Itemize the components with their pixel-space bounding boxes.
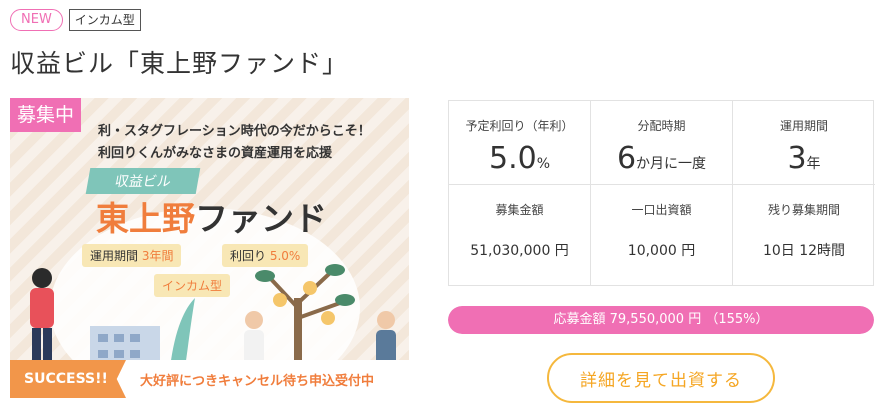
recruiting-badge: 募集中 bbox=[10, 98, 82, 132]
banner-illustration bbox=[30, 264, 396, 368]
fund-banner-image[interactable]: 募集中 利・スタグフレーション時代の今だからこそ！ 利回りくんがみなさまの資産運… bbox=[10, 98, 409, 398]
new-badge: NEW bbox=[10, 9, 63, 31]
stat-term-unit: 年 bbox=[806, 156, 821, 172]
page-title: 収益ビル「東上野ファンド」 bbox=[10, 49, 349, 78]
type-badge: インカム型 bbox=[68, 9, 141, 31]
banner-ribbon: 収益ビル bbox=[85, 168, 201, 194]
stat-amount: 募集金額 51,030,000 円 bbox=[449, 185, 591, 285]
stat-term: 運用期間 3年 bbox=[733, 101, 875, 185]
banner-ribbon-text: 収益ビル bbox=[113, 174, 173, 190]
success-tag: SUCCESS!! bbox=[10, 360, 126, 398]
woman-figure-icon bbox=[30, 268, 54, 368]
progress-text: 応募金額 79,550,000 円 （155%） bbox=[553, 312, 769, 327]
stat-amount-label: 募集金額 bbox=[495, 203, 544, 217]
view-details-invest-button[interactable]: 詳細を見て出資する bbox=[547, 353, 775, 403]
tag-row: NEW インカム型 bbox=[10, 9, 141, 31]
fund-name-part1: 東上野 bbox=[96, 199, 195, 238]
banner-subheadline: 利回りくんがみなさまの資産運用を応援 bbox=[98, 146, 333, 161]
stat-unit-price: 一口出資額 10,000 円 bbox=[591, 185, 733, 285]
fund-stats-grid: 予定利回り（年利） 5.0% 分配時期 6か月に一度 運用期間 3年 募集金額 … bbox=[448, 100, 875, 286]
stat-term-value-wrap: 3年 bbox=[733, 142, 875, 181]
stat-yield: 予定利回り（年利） 5.0% bbox=[449, 101, 591, 185]
stat-distribution-label: 分配時期 bbox=[637, 119, 686, 133]
stat-distribution-value-wrap: 6か月に一度 bbox=[591, 142, 732, 181]
stat-term-value: 3 bbox=[787, 141, 807, 176]
banner-fund-name: 東上野ファンド bbox=[96, 192, 327, 240]
stat-remaining-value: 10日 12時間 bbox=[762, 243, 846, 259]
stat-distribution-value: 6 bbox=[616, 141, 637, 176]
stat-amount-value: 51,030,000 円 bbox=[470, 243, 569, 259]
success-strip: SUCCESS!! 大好評につきキャンセル待ち申込受付中 bbox=[10, 360, 409, 398]
stat-unit-price-value: 10,000 円 bbox=[627, 243, 696, 259]
stat-remaining: 残り募集期間 10日 12時間 bbox=[733, 185, 875, 285]
money-tree-icon bbox=[255, 264, 355, 368]
stat-yield-value: 5.0 bbox=[488, 141, 537, 176]
stat-yield-value-wrap: 5.0% bbox=[449, 142, 590, 181]
stat-yield-label: 予定利回り（年利） bbox=[465, 119, 574, 133]
stat-term-label: 運用期間 bbox=[779, 119, 828, 133]
plant-icon bbox=[170, 298, 195, 368]
success-message: 大好評につきキャンセル待ち申込受付中 bbox=[140, 374, 375, 389]
stat-remaining-label: 残り募集期間 bbox=[767, 203, 840, 217]
banner-headline: 利・スタグフレーション時代の今だからこそ！ bbox=[98, 124, 371, 139]
stat-distribution-unit: か月に一度 bbox=[636, 156, 707, 172]
stat-distribution: 分配時期 6か月に一度 bbox=[591, 101, 733, 185]
stat-yield-unit: % bbox=[536, 156, 551, 172]
fund-name-part2: ファンド bbox=[195, 199, 327, 238]
application-progress-bar: 応募金額 79,550,000 円 （155%） bbox=[448, 306, 874, 334]
stat-unit-price-label: 一口出資額 bbox=[631, 203, 692, 217]
